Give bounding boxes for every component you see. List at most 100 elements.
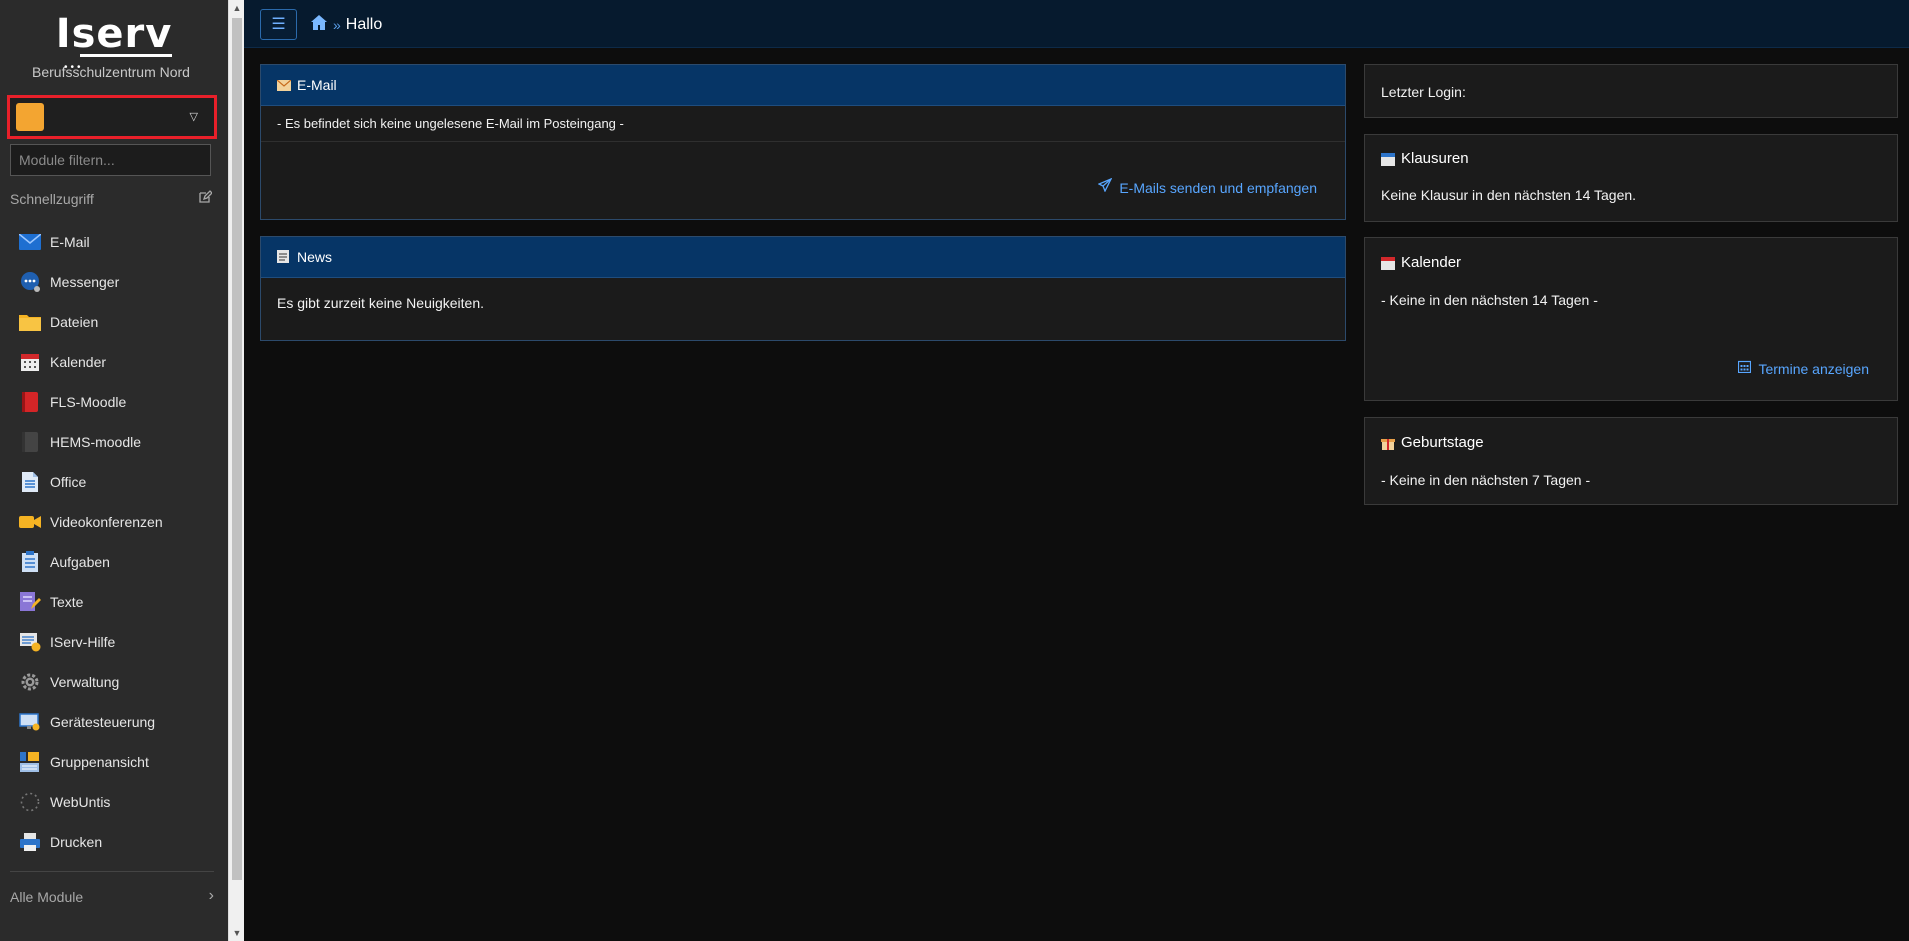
sidebar-item-label: Texte	[50, 594, 84, 610]
exam-calendar-icon	[1381, 152, 1395, 166]
scroll-down-icon[interactable]: ▼	[229, 925, 245, 941]
text-edit-icon	[18, 590, 42, 614]
home-icon[interactable]	[310, 14, 328, 36]
sidebar-item-label: Aufgaben	[50, 554, 110, 570]
help-icon	[18, 630, 42, 654]
sidebar-item-label: Messenger	[50, 274, 120, 290]
gift-icon	[1381, 436, 1395, 450]
mail-icon	[18, 230, 42, 254]
news-panel-header: News	[261, 237, 1345, 278]
calendar-title: Kalender	[1381, 254, 1461, 271]
sidebar-item-print[interactable]: Drucken	[0, 822, 228, 862]
chevron-down-icon: ▽	[189, 111, 198, 123]
email-panel-header: E-Mail	[261, 65, 1345, 106]
calendar-title-label: Kalender	[1401, 254, 1462, 271]
sidebar-item-label: Dateien	[50, 314, 99, 330]
calendar-widget-icon	[1381, 256, 1395, 270]
calendar-icon	[18, 350, 42, 374]
calendar-card: Kalender - Keine in den nächsten 14 Tage…	[1364, 237, 1898, 401]
sidebar-item-iserv-help[interactable]: IServ-Hilfe	[0, 622, 228, 662]
sidebar-item-fls-moodle[interactable]: FLS-Moodle	[0, 382, 228, 422]
exams-body: Keine Klausur in den nächsten 14 Tagen.	[1381, 187, 1637, 203]
email-panel-title: E-Mail	[297, 77, 337, 93]
email-status: - Es befindet sich keine ungelesene E-Ma…	[261, 106, 1345, 142]
last-login-label: Letzter Login:	[1381, 84, 1466, 100]
sidebar-item-label: Gerätesteuerung	[50, 714, 156, 730]
news-icon	[277, 250, 291, 264]
exams-title-label: Klausuren	[1401, 150, 1469, 167]
sidebar-divider	[10, 871, 214, 872]
sidebar-item-hems-moodle[interactable]: HEMS-moodle	[0, 422, 228, 462]
scroll-up-icon[interactable]: ▲	[229, 0, 245, 16]
scrollbar-thumb[interactable]	[232, 18, 242, 880]
show-appointments-link[interactable]: Termine anzeigen	[1738, 360, 1869, 378]
gear-icon	[18, 670, 42, 694]
appointments-link-label: Termine anzeigen	[1758, 361, 1869, 377]
sidebar-item-label: FLS-Moodle	[50, 394, 127, 410]
envelope-icon	[276, 78, 292, 92]
user-account-dropdown[interactable]: ▽	[7, 95, 217, 139]
document-icon	[18, 470, 42, 494]
group-view-icon	[18, 750, 42, 774]
sidebar-item-webuntis[interactable]: WebUntis	[0, 782, 228, 822]
news-panel-title: News	[297, 249, 333, 265]
moodle-dark-icon	[18, 430, 42, 454]
menu-toggle-button[interactable]: ☰	[260, 9, 297, 40]
avatar	[16, 103, 44, 131]
module-nav: E-Mail Messenger Dateien Kalender FLS-Mo…	[0, 222, 228, 862]
birthdays-title: Geburtstage	[1381, 434, 1484, 451]
email-send-receive-link[interactable]: E-Mails senden und empfangen	[1097, 177, 1317, 197]
sidebar-item-label: Office	[50, 474, 87, 490]
loading-icon	[18, 790, 42, 814]
quick-access-header: Schnellzugriff	[10, 190, 213, 207]
sidebar-item-label: Gruppenansicht	[50, 754, 149, 770]
sidebar-item-label: Verwaltung	[50, 674, 120, 690]
sidebar-item-office[interactable]: Office	[0, 462, 228, 502]
calendar-body: - Keine in den nächsten 14 Tagen -	[1381, 292, 1598, 308]
all-modules-link[interactable]: Alle Module ›	[10, 887, 214, 905]
all-modules-label: Alle Module	[10, 889, 84, 905]
exams-title: Klausuren	[1381, 150, 1469, 167]
sidebar-item-files[interactable]: Dateien	[0, 302, 228, 342]
sidebar-item-group-view[interactable]: Gruppenansicht	[0, 742, 228, 782]
breadcrumb-separator: »	[333, 17, 341, 33]
sidebar: Iserv ••• Berufsschulzentrum Nord ▽ Schn…	[0, 0, 228, 941]
breadcrumb: » Hallo	[310, 14, 382, 36]
sidebar-item-label: IServ-Hilfe	[50, 634, 116, 650]
calendar-grid-icon	[1738, 360, 1752, 378]
birthdays-card: Geburtstage - Keine in den nächsten 7 Ta…	[1364, 417, 1898, 505]
sidebar-item-texts[interactable]: Texte	[0, 582, 228, 622]
school-name: Berufsschulzentrum Nord	[32, 64, 190, 80]
chevron-right-icon: ›	[208, 887, 214, 904]
video-icon	[18, 510, 42, 534]
birthdays-title-label: Geburtstage	[1401, 434, 1484, 451]
logo-text: Iserv	[55, 11, 173, 57]
quick-access-label: Schnellzugriff	[10, 191, 94, 207]
sidebar-item-email[interactable]: E-Mail	[0, 222, 228, 262]
sidebar-item-label: Videokonferenzen	[50, 514, 163, 530]
sidebar-item-device-control[interactable]: Gerätesteuerung	[0, 702, 228, 742]
sidebar-item-label: E-Mail	[50, 234, 90, 250]
email-panel: E-Mail - Es befindet sich keine ungelese…	[260, 64, 1346, 220]
tasks-icon	[18, 550, 42, 574]
sidebar-item-label: HEMS-moodle	[50, 434, 142, 450]
sidebar-item-administration[interactable]: Verwaltung	[0, 662, 228, 702]
birthdays-body: - Keine in den nächsten 7 Tagen -	[1381, 472, 1591, 488]
email-link-label: E-Mails senden und empfangen	[1119, 179, 1317, 196]
news-panel: News Es gibt zurzeit keine Neuigkeiten.	[260, 236, 1346, 341]
module-filter-input[interactable]	[10, 144, 211, 176]
edit-icon[interactable]	[198, 190, 213, 207]
sidebar-item-calendar[interactable]: Kalender	[0, 342, 228, 382]
news-status: Es gibt zurzeit keine Neuigkeiten.	[277, 295, 484, 311]
sidebar-item-label: WebUntis	[50, 794, 111, 810]
exams-card: Klausuren Keine Klausur in den nächsten …	[1364, 134, 1898, 222]
sidebar-scrollbar[interactable]: ▲ ▼	[228, 0, 244, 941]
sidebar-item-messenger[interactable]: Messenger	[0, 262, 228, 302]
sidebar-item-videoconferences[interactable]: Videokonferenzen	[0, 502, 228, 542]
sidebar-item-tasks[interactable]: Aufgaben	[0, 542, 228, 582]
monitor-icon	[18, 710, 42, 734]
paper-plane-icon	[1097, 177, 1113, 197]
iserv-logo[interactable]: Iserv •••	[0, 11, 228, 73]
page-title: Hallo	[345, 16, 383, 33]
sidebar-item-label: Drucken	[50, 834, 103, 850]
